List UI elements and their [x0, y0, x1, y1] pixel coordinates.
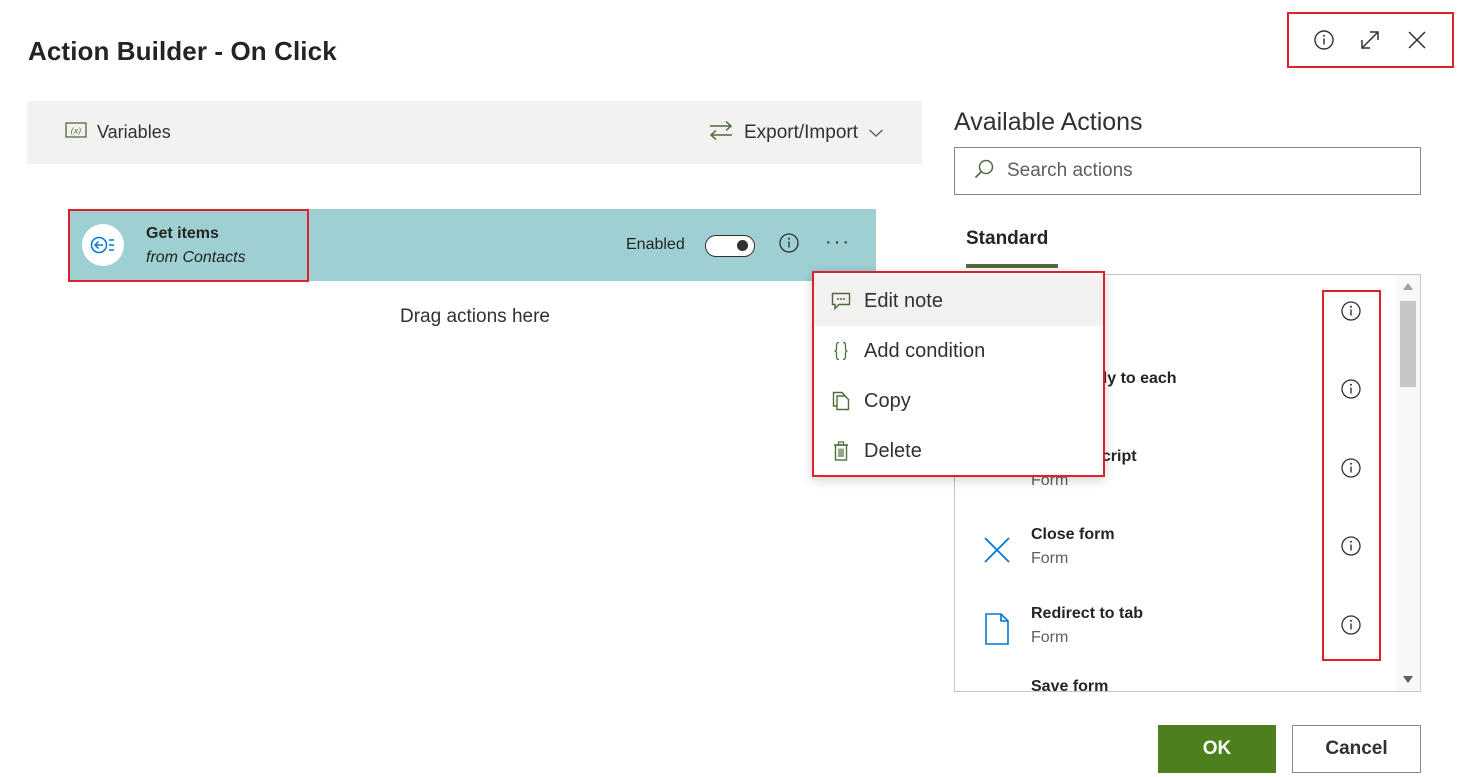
info-icon[interactable]	[1340, 690, 1362, 691]
ok-button[interactable]: OK	[1158, 725, 1276, 773]
expand-icon[interactable]	[1354, 24, 1386, 56]
scroll-up-icon[interactable]	[1403, 283, 1413, 290]
svg-text:(x): (x)	[71, 127, 82, 136]
variables-icon: (x)	[65, 122, 87, 143]
list-item-save-form[interactable]: Save form	[955, 668, 1395, 692]
save-form-icon	[977, 686, 1017, 691]
menu-item-label: Edit note	[864, 289, 943, 312]
menu-item-edit-note[interactable]: Edit note	[814, 276, 1103, 326]
swap-arrows-icon	[708, 120, 734, 146]
export-import-button[interactable]: Export/Import	[708, 101, 884, 164]
trash-icon	[830, 441, 852, 461]
copy-icon	[830, 391, 852, 411]
actions-list-scrollbar[interactable]	[1396, 275, 1420, 691]
list-item-name: ply to each	[1093, 370, 1177, 387]
highlight-box	[1322, 290, 1381, 661]
list-item-name: Redirect to tab	[1031, 605, 1144, 622]
note-icon	[830, 292, 852, 310]
menu-item-label: Add condition	[864, 339, 986, 362]
scrollbar-thumb[interactable]	[1400, 301, 1416, 387]
enabled-toggle[interactable]	[705, 235, 755, 257]
close-form-icon	[977, 530, 1017, 570]
info-icon[interactable]	[778, 232, 800, 259]
toggle-knob	[737, 240, 748, 251]
export-import-label: Export/Import	[743, 121, 858, 143]
builder-toolbar: (x) Variables Export/Import	[27, 101, 922, 164]
list-item-name: Close form	[1031, 526, 1115, 543]
drag-actions-hint: Drag actions here	[400, 306, 550, 327]
close-icon[interactable]	[1401, 24, 1433, 56]
braces-icon	[830, 341, 852, 361]
window-controls	[1287, 12, 1454, 68]
dialog-title: Action Builder - On Click	[28, 36, 337, 66]
list-item-name: Save form	[1031, 678, 1109, 692]
available-actions-title: Available Actions	[954, 108, 1143, 136]
list-item-category: Form	[1031, 550, 1069, 567]
variables-label: Variables	[97, 122, 171, 142]
page-icon	[977, 609, 1017, 649]
search-input[interactable]	[1007, 160, 1407, 182]
menu-item-delete[interactable]: Delete	[814, 426, 1103, 476]
more-options-button[interactable]: ···	[825, 231, 851, 254]
info-icon[interactable]	[1308, 24, 1340, 56]
enabled-label: Enabled	[626, 236, 685, 253]
action-context-menu: Edit note Add condition Copy Delete	[812, 271, 1105, 477]
tab-underline	[966, 264, 1058, 268]
search-box[interactable]	[954, 147, 1421, 195]
cancel-button[interactable]: Cancel	[1292, 725, 1421, 773]
search-icon	[973, 158, 995, 185]
menu-item-copy[interactable]: Copy	[814, 376, 1103, 426]
menu-item-label: Delete	[864, 439, 922, 462]
menu-item-label: Copy	[864, 389, 911, 412]
chevron-down-icon	[868, 122, 884, 144]
list-item-category: Form	[1031, 629, 1069, 646]
menu-item-add-condition[interactable]: Add condition	[814, 326, 1103, 376]
tab-standard[interactable]: Standard	[966, 228, 1048, 250]
scroll-down-icon[interactable]	[1403, 676, 1413, 683]
highlight-box	[68, 209, 309, 282]
variables-button[interactable]: (x) Variables	[65, 101, 171, 164]
